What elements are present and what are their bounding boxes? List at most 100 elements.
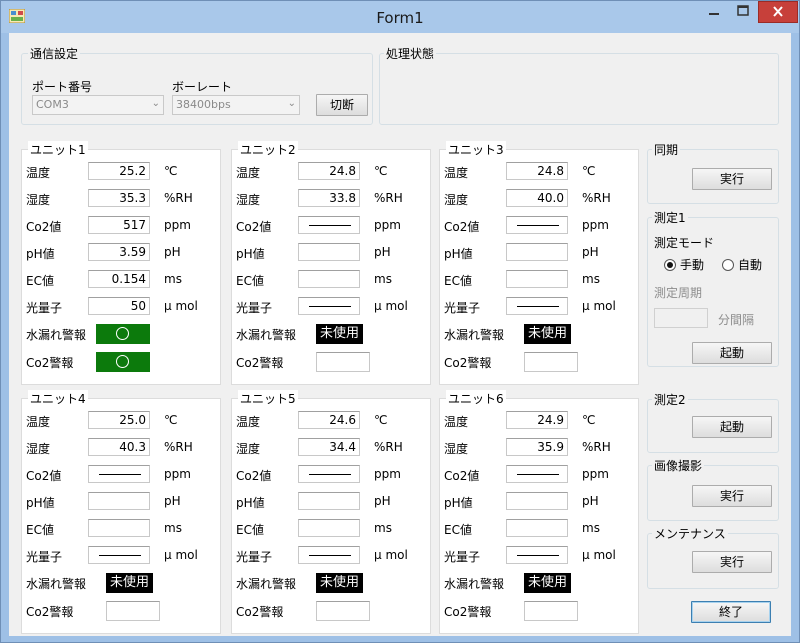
ec-value-box <box>88 519 150 537</box>
close-button[interactable] <box>758 1 798 23</box>
temp-value-box: 24.9 <box>506 411 568 429</box>
humidity-unit: %RH <box>374 440 403 454</box>
humidity-value: 35.9 <box>537 440 564 454</box>
ec-label: EC値 <box>444 274 472 288</box>
ph-value-box <box>298 492 360 510</box>
light-value-box <box>506 546 568 564</box>
co2-alarm-label: Co2警報 <box>236 356 284 370</box>
temp-value: 24.6 <box>329 413 356 427</box>
measure1-start-button[interactable]: 起動 <box>692 342 772 364</box>
measure-period-label: 測定周期 <box>654 286 703 300</box>
main-window: Form1 通信設定 ポート番号 COM3 ⌄ ボーレート 38400bps ⌄… <box>0 0 800 643</box>
ph-value-box <box>298 243 360 261</box>
status-ok-circle-icon <box>116 355 129 368</box>
co2-label: Co2値 <box>444 220 480 234</box>
dash-line <box>517 555 559 556</box>
minimize-button[interactable] <box>699 1 729 23</box>
humidity-value: 33.8 <box>329 191 356 205</box>
maximize-icon <box>737 5 749 16</box>
radio-unselected-icon <box>722 259 734 271</box>
baud-value: 38400bps <box>176 98 231 111</box>
ph-value-box: 3.59 <box>88 243 150 261</box>
image-capture-group: 画像撮影 実行 <box>647 457 779 521</box>
water-alarm-unused-badge: 未使用 <box>524 573 572 593</box>
humidity-value: 34.4 <box>329 440 356 454</box>
ec-unit: ms <box>374 521 392 535</box>
dash-line <box>309 306 351 307</box>
measure-period-input[interactable] <box>654 308 708 328</box>
ec-label: EC値 <box>444 523 472 537</box>
humidity-value: 40.3 <box>119 440 146 454</box>
light-unit: μ mol <box>164 299 198 313</box>
ph-unit: pH <box>374 245 391 259</box>
status-title: 処理状態 <box>384 45 437 62</box>
unit-panel-5: ユニット5 温度 24.6 ℃ 湿度 34.4 %RH Co2値 ppm pH値 pH EC値 ms 光量… <box>231 390 431 634</box>
sync-run-button[interactable]: 実行 <box>692 168 772 190</box>
humidity-value-box: 34.4 <box>298 438 360 456</box>
co2-unit: ppm <box>374 218 401 232</box>
manual-radio[interactable]: 手動 <box>664 256 704 273</box>
temp-value: 24.9 <box>537 413 564 427</box>
maximize-button[interactable] <box>729 1 757 23</box>
image-capture-title: 画像撮影 <box>652 457 705 474</box>
port-label: ポート番号 <box>32 80 93 94</box>
co2-label: Co2値 <box>26 469 62 483</box>
measure2-start-button[interactable]: 起動 <box>692 416 772 438</box>
water-alarm-ok-indicator <box>96 324 150 344</box>
ph-unit: pH <box>582 245 599 259</box>
exit-button[interactable]: 終了 <box>691 601 771 623</box>
ec-unit: ms <box>374 272 392 286</box>
unit-panel-1: ユニット1 温度 25.2 ℃ 湿度 35.3 %RH Co2値 517 ppm pH値 3.59 pH… <box>21 141 221 385</box>
water-alarm-label: 水漏れ警報 <box>236 328 297 342</box>
co2-value: 517 <box>123 218 146 232</box>
temp-label: 温度 <box>444 166 469 180</box>
light-label: 光量子 <box>444 550 481 564</box>
ph-value-box <box>506 243 568 261</box>
dash-line <box>517 474 559 475</box>
ph-label: pH値 <box>236 247 265 261</box>
unit-title: ユニット5 <box>238 390 298 407</box>
humidity-unit: %RH <box>164 440 193 454</box>
auto-radio[interactable]: 自動 <box>722 256 762 273</box>
baud-select[interactable]: 38400bps ⌄ <box>172 95 300 115</box>
measure1-title: 測定1 <box>652 209 688 226</box>
ph-unit: pH <box>582 494 599 508</box>
humidity-label: 湿度 <box>26 193 51 207</box>
co2-unit: ppm <box>374 467 401 481</box>
ec-value-box <box>506 270 568 288</box>
ph-unit: pH <box>164 494 181 508</box>
ph-value-box <box>506 492 568 510</box>
status-group: 処理状態 <box>379 45 779 125</box>
humidity-label: 湿度 <box>444 442 469 456</box>
co2-alarm-indicator <box>106 601 160 621</box>
dash-line <box>99 474 141 475</box>
dash-line <box>517 225 559 226</box>
port-select[interactable]: COM3 ⌄ <box>32 95 164 115</box>
light-label: 光量子 <box>444 301 481 315</box>
ec-label: EC値 <box>236 523 264 537</box>
disconnect-button[interactable]: 切断 <box>316 94 368 116</box>
image-capture-run-button[interactable]: 実行 <box>692 485 772 507</box>
temp-value-box: 24.8 <box>298 162 360 180</box>
humidity-value-box: 40.3 <box>88 438 150 456</box>
light-label: 光量子 <box>236 301 273 315</box>
co2-label: Co2値 <box>26 220 62 234</box>
water-alarm-unused-badge: 未使用 <box>524 324 572 344</box>
ec-unit: ms <box>582 272 600 286</box>
temp-value-box: 25.0 <box>88 411 150 429</box>
unit-panel-4: ユニット4 温度 25.0 ℃ 湿度 40.3 %RH Co2値 ppm pH値 pH EC値 ms 光量… <box>21 390 221 634</box>
temp-unit: ℃ <box>582 164 596 178</box>
water-alarm-unused-badge: 未使用 <box>316 324 364 344</box>
humidity-value: 35.3 <box>119 191 146 205</box>
co2-alarm-indicator <box>316 352 370 372</box>
humidity-value-box: 35.9 <box>506 438 568 456</box>
humidity-value-box: 33.8 <box>298 189 360 207</box>
ec-value-box: 0.154 <box>88 270 150 288</box>
maintenance-run-button[interactable]: 実行 <box>692 551 772 573</box>
measure2-group: 測定2 起動 <box>647 391 779 453</box>
water-alarm-label: 水漏れ警報 <box>444 577 505 591</box>
temp-value: 25.0 <box>119 413 146 427</box>
temp-label: 温度 <box>236 166 261 180</box>
ec-unit: ms <box>164 521 182 535</box>
title-bar: Form1 <box>1 1 799 33</box>
